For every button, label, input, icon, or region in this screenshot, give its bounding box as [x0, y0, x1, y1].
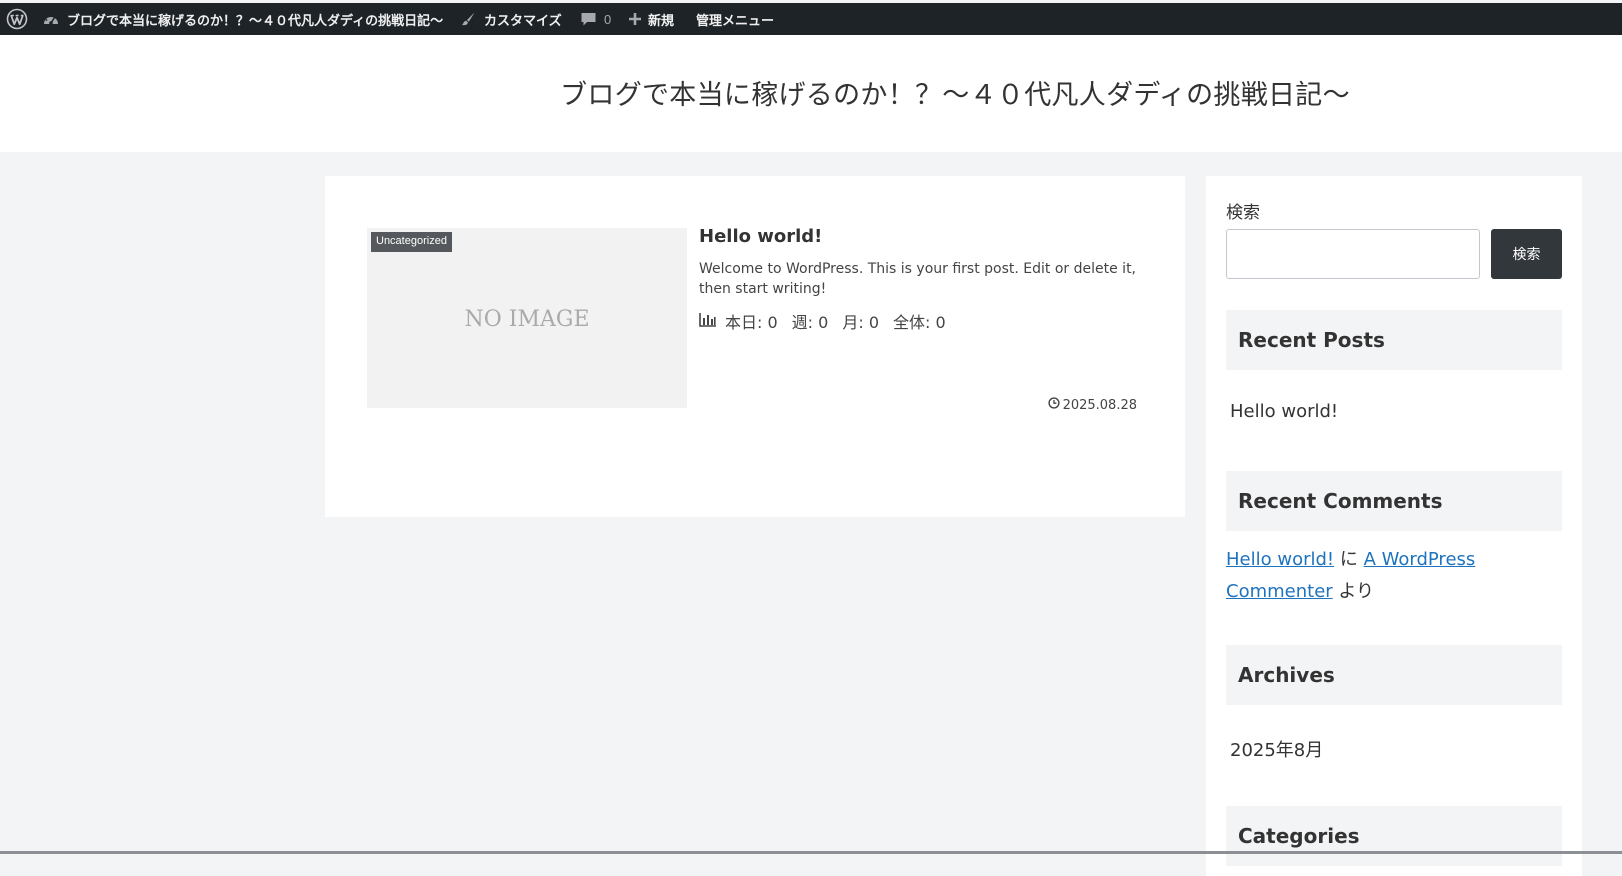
recent-post-link[interactable]: Hello world!: [1230, 401, 1338, 422]
recent-comment-item: Hello world! に A WordPress Commenter より: [1226, 544, 1562, 608]
post-list: NO IMAGE Uncategorized Hello world! Welc…: [325, 176, 1185, 517]
post-date: 2025.08.28: [1047, 397, 1137, 413]
admin-bar-admin-menu-label: 管理メニュー: [696, 12, 775, 28]
recent-comments-heading: Recent Comments: [1226, 471, 1562, 531]
plus-icon: [628, 12, 642, 26]
bar-chart-icon: [699, 312, 725, 331]
categories-heading: Categories: [1226, 806, 1562, 866]
admin-bar-site-name[interactable]: ブログで本当に稼げるのか！？～４０代凡人ダディの挑戦日記～: [42, 3, 443, 35]
search-button[interactable]: 検索: [1491, 229, 1562, 279]
site-header: ブログで本当に稼げるのか！？～４０代凡人ダディの挑戦日記～: [0, 35, 1622, 152]
site-title[interactable]: ブログで本当に稼げるのか！？～４０代凡人ダディの挑戦日記～: [0, 73, 1622, 112]
post-view-stats: 本日: 0 週: 0 月: 0 全体: 0: [699, 309, 960, 333]
category-badge[interactable]: Uncategorized: [371, 232, 452, 252]
admin-bar-admin-menu[interactable]: 管理メニュー: [696, 3, 774, 35]
admin-bar-customize[interactable]: カスタマイズ: [460, 3, 562, 35]
post-excerpt: Welcome to WordPress. This is your first…: [699, 261, 1137, 297]
comment-post-link[interactable]: Hello world!: [1226, 549, 1334, 570]
wordpress-logo-icon[interactable]: [6, 3, 28, 35]
stat-week: 週: 0: [791, 313, 829, 332]
stat-today: 本日: 0: [725, 313, 778, 332]
search-input[interactable]: [1226, 229, 1480, 279]
stat-month: 月: 0: [842, 313, 880, 332]
admin-bar-site-name-label: ブログで本当に稼げるのか！？～４０代凡人ダディの挑戦日記～: [67, 12, 444, 28]
admin-bar-customize-label: カスタマイズ: [484, 12, 562, 28]
comment-particle-ni: に: [1339, 549, 1358, 570]
admin-bar-comments-count: 0: [604, 11, 612, 27]
admin-bar-comments[interactable]: 0: [580, 3, 611, 35]
comment-particle-yori: より: [1338, 581, 1375, 602]
stat-total: 全体: 0: [893, 313, 946, 332]
admin-bar-new[interactable]: 新規: [628, 3, 674, 35]
admin-bar: ブログで本当に稼げるのか！？～４０代凡人ダディの挑戦日記～ カスタマイズ 0 新…: [0, 3, 1622, 35]
no-image-placeholder: NO IMAGE: [464, 306, 590, 332]
post-title[interactable]: Hello world!: [699, 226, 822, 247]
archive-link[interactable]: 2025年8月: [1230, 736, 1323, 762]
dashboard-icon: [42, 11, 60, 27]
search-label: 検索: [1226, 203, 1260, 223]
sidebar: 検索 検索 Recent Posts Hello world! Recent C…: [1206, 176, 1582, 876]
paintbrush-icon: [460, 11, 476, 27]
archives-heading: Archives: [1226, 645, 1562, 705]
post-thumbnail[interactable]: NO IMAGE Uncategorized: [367, 228, 687, 408]
admin-bar-new-label: 新規: [648, 12, 675, 28]
clock-icon: [1047, 397, 1060, 413]
recent-posts-heading: Recent Posts: [1226, 310, 1562, 370]
comment-bubble-icon: [580, 11, 597, 27]
post-date-text: 2025.08.28: [1062, 397, 1137, 413]
